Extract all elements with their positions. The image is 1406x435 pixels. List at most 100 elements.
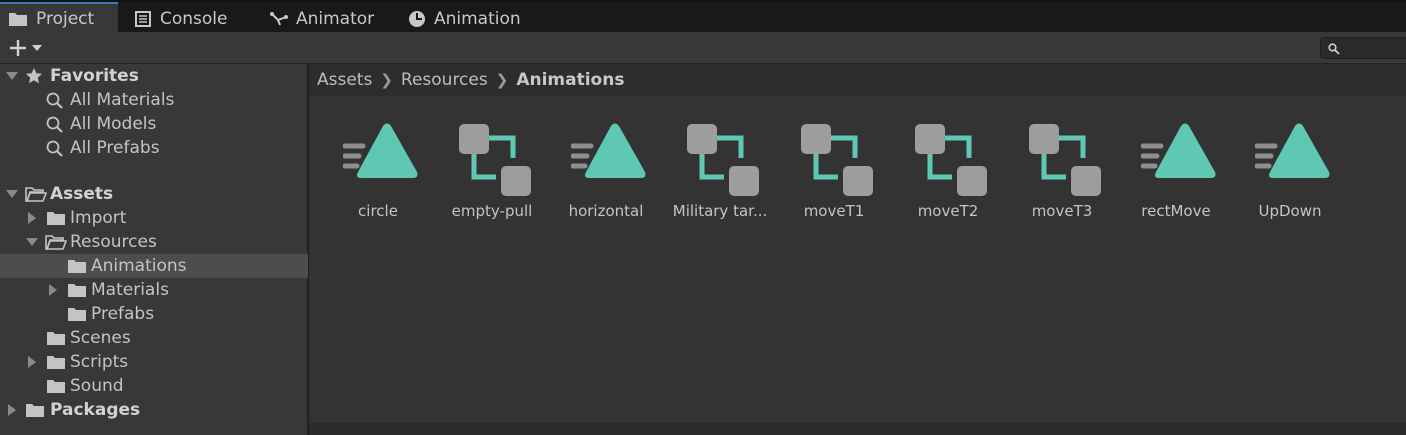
- tree-item-import[interactable]: Import: [0, 206, 308, 230]
- tree-item-label: Import: [70, 208, 127, 228]
- asset-item-movet1[interactable]: moveT1: [777, 116, 891, 236]
- folder-icon: [8, 11, 28, 27]
- horizontal-scrollbar[interactable]: [309, 423, 1406, 435]
- breadcrumb-assets[interactable]: Assets: [317, 70, 372, 90]
- animator-controller-icon: [457, 122, 533, 198]
- asset-item-horizontal[interactable]: horizontal: [549, 116, 663, 236]
- tree-item-label: Scenes: [70, 328, 131, 348]
- tree-item-label: Materials: [91, 280, 169, 300]
- tree-item-all-materials[interactable]: All Materials: [0, 88, 308, 112]
- window-tab-bar: Project Console Animator Animation: [0, 0, 1406, 34]
- asset-item-updown[interactable]: UpDown: [1233, 116, 1347, 236]
- folder-icon: [46, 330, 66, 346]
- tree-packages-label: Packages: [50, 400, 141, 420]
- tab-animation[interactable]: Animation: [400, 4, 529, 34]
- tree-item-label: Animations: [91, 256, 187, 276]
- expand-arrow-icon[interactable]: [6, 188, 18, 200]
- animator-controller-icon: [913, 122, 989, 198]
- tree-packages[interactable]: Packages: [0, 398, 308, 422]
- animation-clip-icon: [571, 122, 647, 198]
- folder-open-icon: [25, 186, 47, 202]
- animator-controller-icon: [1027, 122, 1103, 198]
- animator-icon: [270, 12, 288, 26]
- asset-name: circle: [358, 202, 398, 220]
- breadcrumb-animations[interactable]: Animations: [516, 70, 624, 90]
- tab-project-label: Project: [36, 9, 95, 29]
- search-input[interactable]: [1320, 37, 1406, 59]
- asset-name: UpDown: [1258, 202, 1322, 220]
- tree-assets[interactable]: Assets: [0, 182, 308, 206]
- folder-icon: [67, 306, 87, 322]
- collapse-arrow-icon[interactable]: [26, 212, 38, 224]
- asset-item-rectmove[interactable]: rectMove: [1119, 116, 1233, 236]
- asset-item-circle[interactable]: circle: [321, 116, 435, 236]
- asset-item-movet2[interactable]: moveT2: [891, 116, 1005, 236]
- animator-controller-icon: [799, 122, 875, 198]
- asset-item-empty-pull[interactable]: empty-pull: [435, 116, 549, 236]
- asset-name: moveT3: [1031, 202, 1093, 220]
- tree-item-scenes[interactable]: Scenes: [0, 326, 308, 350]
- console-icon: [135, 11, 151, 27]
- asset-name: moveT1: [803, 202, 865, 220]
- tab-console[interactable]: Console: [126, 4, 236, 34]
- expand-arrow-icon[interactable]: [26, 236, 38, 248]
- folder-icon: [46, 210, 66, 226]
- tree-item-all-prefabs[interactable]: All Prefabs: [0, 136, 308, 160]
- tab-console-label: Console: [160, 9, 228, 29]
- tab-animator-label: Animator: [296, 9, 375, 29]
- animation-clip-icon: [343, 122, 419, 198]
- animation-clip-icon: [1141, 122, 1217, 198]
- tree-item-label: Scripts: [70, 352, 129, 372]
- chevron-down-icon: [32, 45, 42, 51]
- tree-item-label: Resources: [70, 232, 157, 252]
- breadcrumb-resources[interactable]: Resources: [401, 70, 488, 90]
- collapse-arrow-icon[interactable]: [26, 356, 38, 368]
- tree-item-label: Sound: [70, 376, 124, 396]
- asset-name: empty-pull: [451, 202, 533, 220]
- search-icon: [1328, 43, 1340, 55]
- asset-name: moveT2: [917, 202, 979, 220]
- animation-clip-icon: [1255, 122, 1331, 198]
- tree-item-scripts[interactable]: Scripts: [0, 350, 308, 374]
- search-icon: [46, 140, 63, 157]
- search-icon: [46, 116, 63, 133]
- project-folder-tree: Favorites All Materials All Models All P…: [0, 64, 308, 435]
- folder-icon: [46, 378, 66, 394]
- asset-browser: Assets ❯ Resources ❯ Animations circle e…: [309, 64, 1406, 435]
- tab-project[interactable]: Project: [0, 2, 118, 34]
- folder-icon: [46, 354, 66, 370]
- tree-favorites[interactable]: Favorites: [0, 64, 308, 88]
- breadcrumb: Assets ❯ Resources ❯ Animations: [309, 64, 1406, 96]
- tree-item-label: All Models: [70, 114, 157, 134]
- star-icon: [26, 68, 42, 84]
- tree-item-resources[interactable]: Resources: [0, 230, 308, 254]
- folder-open-icon: [45, 234, 67, 250]
- collapse-arrow-icon[interactable]: [47, 284, 59, 296]
- animator-controller-icon: [685, 122, 761, 198]
- asset-name: rectMove: [1141, 202, 1211, 220]
- asset-grid: circle empty-pull horizontal Military ta…: [309, 96, 1406, 423]
- asset-name: Military tar...: [672, 202, 768, 220]
- tab-animation-label: Animation: [434, 9, 521, 29]
- collapse-arrow-icon[interactable]: [6, 404, 18, 416]
- asset-item-movet3[interactable]: moveT3: [1005, 116, 1119, 236]
- plus-icon: [10, 40, 26, 56]
- tree-item-materials[interactable]: Materials: [0, 278, 308, 302]
- clock-icon: [409, 11, 425, 27]
- tree-item-label: All Prefabs: [70, 138, 160, 158]
- tree-item-sound[interactable]: Sound: [0, 374, 308, 398]
- tree-item-label: Prefabs: [91, 304, 155, 324]
- tab-animator[interactable]: Animator: [262, 4, 382, 34]
- folder-icon: [67, 282, 87, 298]
- expand-arrow-icon[interactable]: [6, 70, 18, 82]
- folder-icon: [25, 402, 45, 418]
- tree-item-all-models[interactable]: All Models: [0, 112, 308, 136]
- search-icon: [46, 92, 63, 109]
- create-button[interactable]: [4, 36, 46, 60]
- breadcrumb-separator-icon: ❯: [495, 71, 509, 89]
- tree-item-prefabs[interactable]: Prefabs: [0, 302, 308, 326]
- folder-icon: [67, 258, 87, 274]
- asset-item-military-target[interactable]: Military tar...: [663, 116, 777, 236]
- tree-item-animations[interactable]: Animations: [0, 254, 308, 278]
- tree-assets-label: Assets: [50, 184, 114, 204]
